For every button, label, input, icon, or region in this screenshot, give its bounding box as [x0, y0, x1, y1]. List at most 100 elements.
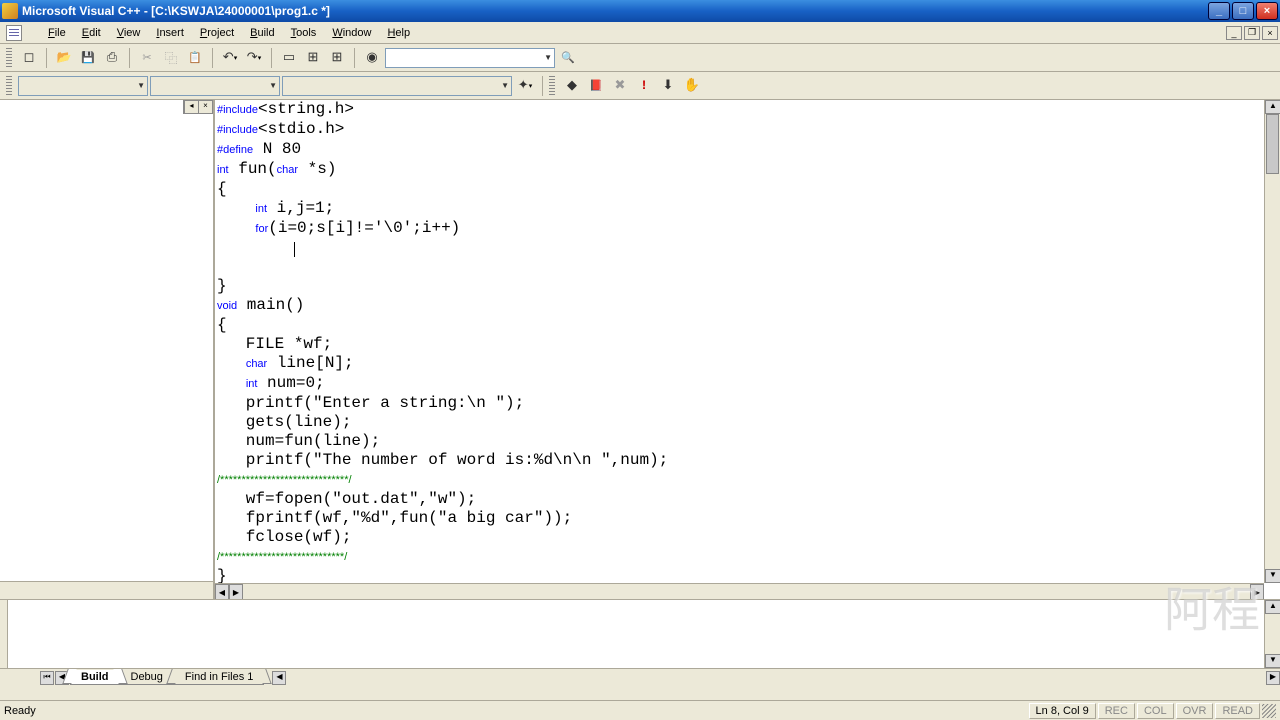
findinfiles-button[interactable] — [361, 47, 383, 69]
output-body[interactable]: ▲ ▼ — [8, 600, 1280, 668]
undo-icon — [223, 50, 234, 65]
menu-window[interactable]: Window — [324, 24, 379, 42]
menu-project[interactable]: Project — [192, 24, 242, 42]
wizard-toolbar: ▼ ▼ ▼ ✦▾ ◆ ✖ ⬇ ✋ — [0, 72, 1280, 100]
child-restore-button[interactable]: ❐ — [1244, 26, 1260, 40]
find-combo[interactable]: ▼ — [385, 48, 555, 68]
output-grip[interactable] — [0, 600, 8, 668]
wiz-action-button[interactable]: ✦▾ — [514, 75, 536, 97]
resize-grip[interactable] — [1262, 704, 1276, 718]
output-hscroll-left[interactable]: ◀ — [272, 671, 286, 685]
compile-button[interactable]: ◆ — [561, 75, 583, 97]
execute-button[interactable] — [633, 75, 655, 97]
app-icon — [2, 3, 18, 19]
stopbuild-button[interactable]: ✖ — [609, 75, 631, 97]
build-icon — [589, 78, 603, 93]
child-close-button[interactable]: × — [1262, 26, 1278, 40]
output-button[interactable] — [302, 47, 324, 69]
document-icon[interactable] — [6, 25, 22, 41]
scroll-left-button[interactable]: ◀ — [215, 584, 229, 599]
paste-button[interactable] — [184, 47, 206, 69]
new-button[interactable] — [18, 47, 40, 69]
scroll-thumb[interactable] — [1266, 114, 1279, 174]
standard-toolbar: ▾ ▾ ▼ — [0, 44, 1280, 72]
menu-help[interactable]: Help — [379, 24, 418, 42]
copy-icon — [164, 48, 177, 67]
tile2-icon — [332, 50, 343, 65]
menu-bar: File Edit View Insert Project Build Tool… — [0, 22, 1280, 44]
close-button[interactable]: × — [1256, 2, 1278, 20]
cut-button[interactable] — [136, 47, 158, 69]
window-title: Microsoft Visual C++ - [C:\KSWJA\2400000… — [22, 4, 1208, 18]
editor-hscrollbar[interactable]: ◀ ▶ ▶ — [215, 583, 1264, 599]
undo-button[interactable]: ▾ — [219, 47, 241, 69]
build-button[interactable] — [585, 75, 607, 97]
breakpoint-icon: ✋ — [684, 78, 700, 93]
scroll-right2-button[interactable]: ▶ — [1250, 584, 1264, 599]
output-hscroll-right[interactable]: ▶ — [1266, 671, 1280, 685]
breakpoint-button[interactable]: ✋ — [681, 75, 703, 97]
window-icon — [283, 50, 295, 65]
workspace-bottom — [0, 581, 213, 599]
save-icon — [81, 50, 95, 65]
maximize-button[interactable]: □ — [1232, 2, 1254, 20]
saveall-icon — [107, 50, 117, 65]
go-icon — [366, 50, 377, 65]
open-icon — [57, 50, 72, 65]
find-button[interactable] — [557, 47, 579, 69]
toolbar-grip[interactable] — [6, 48, 12, 68]
find-icon — [561, 50, 575, 65]
tab-findinfiles[interactable]: Find in Files 1 — [174, 670, 264, 685]
workspace-button[interactable] — [278, 47, 300, 69]
status-ready: Ready — [4, 705, 36, 717]
redo-button[interactable]: ▾ — [243, 47, 265, 69]
status-position: Ln 8, Col 9 — [1029, 703, 1096, 719]
title-bar: Microsoft Visual C++ - [C:\KSWJA\2400000… — [0, 0, 1280, 22]
redo-icon — [247, 50, 258, 65]
windowlist-button[interactable] — [326, 47, 348, 69]
editor-vscrollbar[interactable]: ▲ ▼ — [1264, 100, 1280, 583]
status-ovr: OVR — [1176, 703, 1214, 719]
tab-build[interactable]: Build — [70, 670, 120, 685]
compile-icon: ◆ — [567, 78, 577, 93]
menu-build[interactable]: Build — [242, 24, 282, 42]
menu-file[interactable]: File — [40, 24, 74, 42]
ws-tab-left[interactable]: ◂ — [184, 101, 198, 113]
class-combo[interactable]: ▼ — [18, 76, 148, 96]
scroll-up-button[interactable]: ▲ — [1265, 100, 1280, 114]
child-minimize-button[interactable]: _ — [1226, 26, 1242, 40]
output-pane: ▲ ▼ — [0, 600, 1280, 668]
copy-button[interactable] — [160, 47, 182, 69]
open-button[interactable] — [53, 47, 75, 69]
output-nav-first[interactable]: ⏮ — [40, 671, 54, 685]
stop-icon: ✖ — [615, 78, 626, 93]
wand-icon: ✦ — [518, 78, 529, 93]
ws-tab-right[interactable]: × — [198, 101, 212, 113]
minimize-button[interactable]: _ — [1208, 2, 1230, 20]
go-debug-button[interactable]: ⬇ — [657, 75, 679, 97]
menu-edit[interactable]: Edit — [74, 24, 109, 42]
cut-icon — [142, 50, 151, 65]
output-scroll-down[interactable]: ▼ — [1265, 654, 1280, 668]
output-scroll-up[interactable]: ▲ — [1265, 600, 1280, 614]
member-combo[interactable]: ▼ — [282, 76, 512, 96]
save-button[interactable] — [77, 47, 99, 69]
new-icon — [24, 50, 35, 65]
status-read: READ — [1215, 703, 1260, 719]
menu-view[interactable]: View — [109, 24, 149, 42]
tile-icon — [308, 50, 319, 65]
status-rec: REC — [1098, 703, 1135, 719]
toolbar-grip-3[interactable] — [549, 76, 555, 96]
menu-insert[interactable]: Insert — [148, 24, 192, 42]
filter-combo[interactable]: ▼ — [150, 76, 280, 96]
toolbar-grip-2[interactable] — [6, 76, 12, 96]
saveall-button[interactable] — [101, 47, 123, 69]
code-editor[interactable]: #include<string.h> #include<stdio.h> #de… — [215, 100, 1280, 599]
menu-tools[interactable]: Tools — [283, 24, 325, 42]
scroll-down-button[interactable]: ▼ — [1265, 569, 1280, 583]
scroll-right-button[interactable]: ▶ — [229, 584, 243, 599]
output-vscrollbar[interactable]: ▲ ▼ — [1264, 600, 1280, 668]
debug-icon: ⬇ — [663, 78, 674, 93]
paste-icon — [188, 50, 202, 65]
workspace-pane[interactable]: ◂ × — [0, 100, 215, 599]
